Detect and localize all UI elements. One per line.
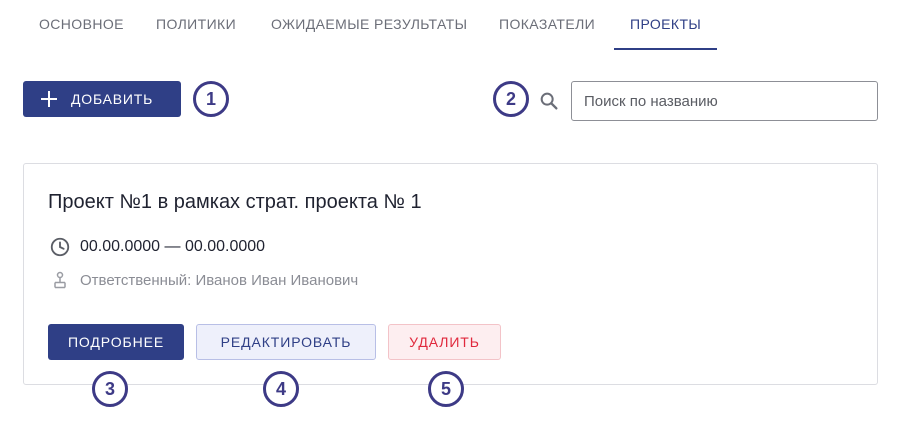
project-owner: Ответственный: Иванов Иван Иванович bbox=[80, 271, 359, 289]
tab-policies[interactable]: ПОЛИТИКИ bbox=[156, 16, 236, 50]
search-icon[interactable] bbox=[538, 90, 560, 112]
annotation-marker-2: 2 bbox=[493, 81, 529, 117]
tab-indicators[interactable]: ПОКАЗАТЕЛИ bbox=[499, 16, 595, 50]
annotation-marker-4: 4 bbox=[263, 371, 299, 407]
clock-icon bbox=[48, 235, 72, 259]
project-owner-row: Ответственный: Иванов Иван Иванович bbox=[48, 268, 358, 292]
details-button[interactable]: ПОДРОБНЕЕ bbox=[48, 324, 184, 360]
person-icon bbox=[48, 268, 72, 292]
annotation-marker-1: 1 bbox=[193, 81, 229, 117]
tab-expected-results[interactable]: ОЖИДАЕМЫЕ РЕЗУЛЬТАТЫ bbox=[271, 16, 467, 50]
delete-button[interactable]: УДАЛИТЬ bbox=[388, 324, 501, 360]
project-dates-row: 00.00.0000 — 00.00.0000 bbox=[48, 235, 265, 259]
search-input[interactable] bbox=[571, 81, 878, 121]
annotation-marker-5: 5 bbox=[428, 371, 464, 407]
annotation-marker-3: 3 bbox=[92, 371, 128, 407]
add-button[interactable]: ДОБАВИТЬ bbox=[23, 81, 181, 117]
tab-bar: ОСНОВНОЕ ПОЛИТИКИ ОЖИДАЕМЫЕ РЕЗУЛЬТАТЫ П… bbox=[0, 0, 900, 50]
tab-basic[interactable]: ОСНОВНОЕ bbox=[39, 16, 124, 50]
tab-projects[interactable]: ПРОЕКТЫ bbox=[613, 16, 718, 50]
project-title: Проект №1 в рамках страт. проекта № 1 bbox=[48, 191, 422, 213]
project-dates: 00.00.0000 — 00.00.0000 bbox=[80, 238, 266, 255]
plus-icon bbox=[41, 91, 57, 107]
add-button-label: ДОБАВИТЬ bbox=[71, 91, 154, 107]
edit-button[interactable]: РЕДАКТИРОВАТЬ bbox=[196, 324, 376, 360]
